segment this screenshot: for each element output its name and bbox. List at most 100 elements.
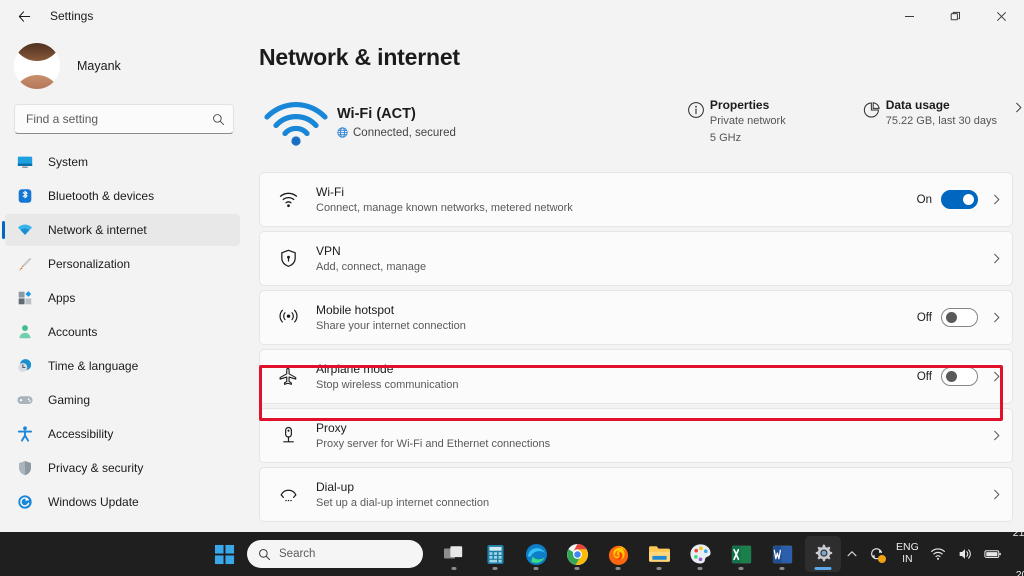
minimize-icon [904, 15, 914, 17]
sidebar-item-apps[interactable]: Apps [5, 282, 240, 314]
chevron-right-icon[interactable] [991, 312, 1002, 323]
globe-icon [337, 127, 348, 138]
sidebar-item-accounts[interactable]: Accounts [5, 316, 240, 348]
sidebar-item-accessibility[interactable]: Accessibility [5, 418, 240, 450]
airplane-mode-toggle[interactable] [941, 367, 978, 386]
search-input[interactable] [26, 112, 212, 126]
chevron-right-icon[interactable] [991, 253, 1002, 264]
setting-row-wifi[interactable]: Wi-Fi Connect, manage known networks, me… [259, 172, 1013, 227]
sidebar-item-time-language[interactable]: Time & language [5, 350, 240, 382]
taskbar-app-paint[interactable] [682, 536, 718, 572]
setting-subtitle: Connect, manage known networks, metered … [316, 202, 573, 214]
sidebar-item-privacy-security[interactable]: Privacy & security [5, 452, 240, 484]
system-monitor-icon [15, 152, 35, 172]
tray-battery-button[interactable] [984, 547, 1002, 561]
taskbar-app-microsoft-edge[interactable] [518, 536, 554, 572]
setting-row-vpn[interactable]: VPN Add, connect, manage [259, 231, 1013, 286]
setting-row-text: Proxy Proxy server for Wi-Fi and Etherne… [316, 421, 978, 450]
running-indicator [697, 567, 703, 570]
setting-row-airplane-mode[interactable]: Airplane mode Stop wireless communicatio… [259, 349, 1013, 404]
taskbar-app-firefox[interactable] [600, 536, 636, 572]
taskbar-app-task-view[interactable] [436, 536, 472, 572]
wifi-toggle[interactable] [941, 190, 978, 209]
taskbar-app-word[interactable] [764, 536, 800, 572]
tray-overflow-button[interactable] [846, 548, 858, 560]
taskbar: Search ENG IN 21 2 [0, 527, 1024, 576]
sidebar: Mayank Find a setting System Bluetooth &… [0, 32, 248, 532]
setting-title: VPN [316, 244, 341, 258]
tray-volume-button[interactable] [957, 546, 973, 562]
bluetooth-icon [15, 186, 35, 206]
running-indicator [656, 567, 662, 570]
properties-text: Properties Private network 5 GHz [710, 98, 786, 146]
pie-chart-icon [858, 98, 886, 119]
taskbar-app-file-explorer[interactable] [641, 536, 677, 572]
setting-title: Mobile hotspot [316, 303, 395, 317]
chevron-right-icon[interactable] [991, 194, 1002, 205]
system-tray: ENG IN 21 2 [846, 526, 1024, 576]
clock-time: 21:12 [1012, 526, 1024, 539]
sync-alert-badge [878, 555, 886, 563]
sidebar-item-network-internet[interactable]: Network & internet [2, 214, 240, 246]
taskbar-app-calculator[interactable] [477, 536, 513, 572]
running-indicator [814, 567, 832, 570]
gear-icon [815, 544, 833, 562]
calculator-icon [486, 544, 504, 564]
tray-clock[interactable]: 21:12 07-10-2023 [1013, 526, 1024, 576]
taskbar-app-excel[interactable] [723, 536, 759, 572]
setting-row-proxy[interactable]: Proxy Proxy server for Wi-Fi and Etherne… [259, 408, 1013, 463]
sidebar-item-label: System [48, 155, 89, 169]
tray-network-button[interactable] [930, 546, 946, 562]
language-region: IN [902, 553, 913, 565]
properties-line1: Private network [709, 115, 786, 128]
apps-grid-icon [15, 288, 35, 308]
chevron-right-icon[interactable] [991, 489, 1002, 500]
profile-section[interactable]: Mayank [0, 36, 248, 96]
sidebar-item-windows-update[interactable]: Windows Update [5, 486, 240, 518]
start-button[interactable] [206, 536, 242, 572]
minimize-button[interactable] [886, 0, 932, 32]
excel-icon [731, 545, 751, 563]
setting-title: Proxy [316, 421, 347, 435]
chevron-right-icon[interactable] [991, 371, 1002, 382]
search-icon [259, 548, 271, 560]
chrome-icon [566, 543, 588, 565]
taskbar-app-settings[interactable] [805, 536, 841, 572]
taskbar-app-google-chrome[interactable] [559, 536, 595, 572]
setting-row-mobile-hotspot[interactable]: Mobile hotspot Share your internet conne… [259, 290, 1013, 345]
setting-subtitle: Stop wireless communication [316, 379, 459, 391]
maximize-button[interactable] [932, 0, 978, 32]
sidebar-item-label: Time & language [48, 359, 139, 373]
setting-row-dial-up[interactable]: Dial-up Set up a dial-up internet connec… [259, 467, 1013, 522]
chevron-right-icon[interactable] [991, 430, 1002, 441]
clock-date: 07-10-2023 [1015, 541, 1024, 576]
avatar-hair [14, 43, 60, 61]
data-usage-sub: 75.22 GB, last 30 days [885, 115, 997, 128]
folder-icon [648, 546, 670, 562]
chevron-right-icon [997, 98, 1024, 113]
setting-title: Dial-up [316, 480, 355, 494]
settings-window: Settings Mayank Find a setting System Bl… [0, 0, 1024, 576]
task-view-icon [444, 546, 463, 559]
sidebar-item-system[interactable]: System [5, 146, 240, 178]
accessibility-person-icon [15, 424, 35, 444]
sidebar-item-personalization[interactable]: Personalization [5, 248, 240, 280]
mobile-hotspot-toggle[interactable] [941, 308, 978, 327]
wifi-icon [260, 189, 316, 210]
running-indicator [779, 567, 785, 570]
data-usage-card[interactable]: Data usage 75.22 GB, last 30 days [858, 98, 1024, 129]
close-button[interactable] [978, 0, 1024, 32]
shield-icon [15, 458, 35, 478]
sidebar-item-label: Gaming [48, 393, 91, 407]
window-controls [886, 0, 1024, 32]
sidebar-item-bluetooth-devices[interactable]: Bluetooth & devices [5, 180, 240, 212]
taskbar-search[interactable]: Search [247, 540, 423, 568]
sidebar-item-gaming[interactable]: Gaming [5, 384, 240, 416]
back-button[interactable] [6, 1, 42, 31]
search-box[interactable] [14, 104, 234, 134]
properties-card[interactable]: Properties Private network 5 GHz [682, 98, 786, 146]
tray-sync-status[interactable] [869, 546, 886, 563]
tray-language-indicator[interactable]: ENG IN [896, 541, 919, 566]
network-name: Wi-Fi (ACT) [337, 105, 416, 122]
setting-row-controls: Off [917, 367, 1002, 386]
